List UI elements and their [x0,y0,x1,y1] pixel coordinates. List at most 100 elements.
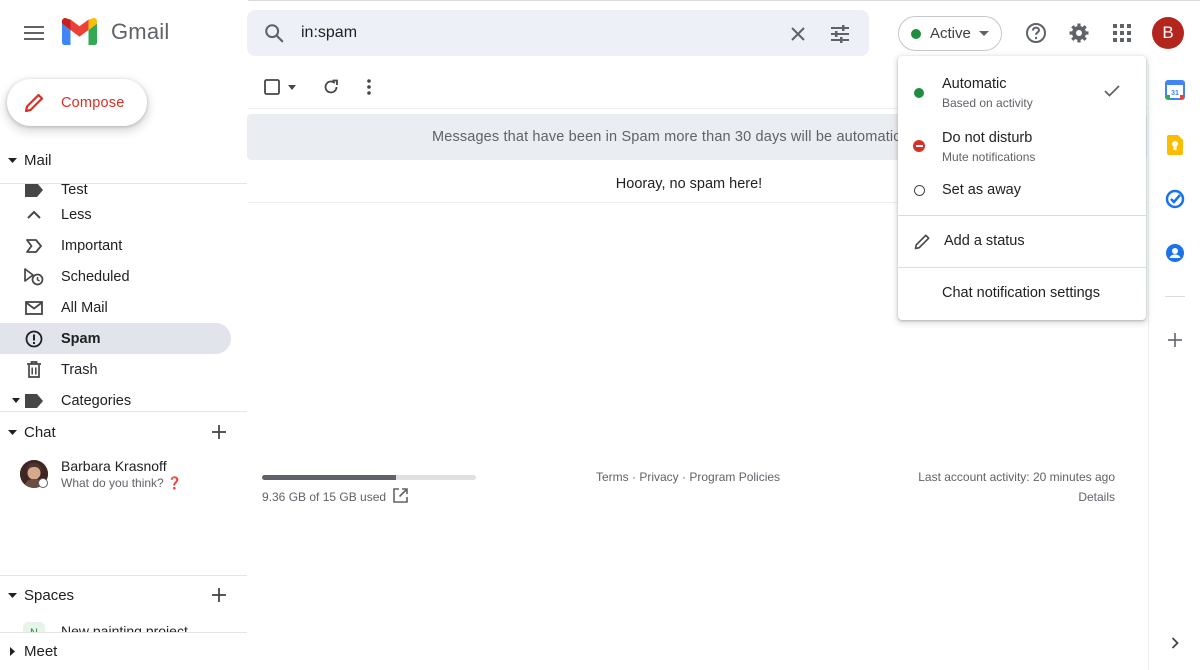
more-options-button[interactable] [358,74,380,100]
status-option-title: Set as away [942,182,1021,198]
caret-down-icon [978,30,989,36]
meet-section-label: Meet [24,642,58,660]
chat-snippet: What do you think? ❓ [61,476,183,490]
pencil-icon [914,234,930,250]
get-addons-button[interactable] [1163,328,1187,352]
gmail-m-icon [62,18,97,45]
calendar-day: 31 [1171,90,1179,97]
search-options-button[interactable] [827,21,853,47]
status-option-title: Do not disturb [942,130,1033,146]
status-option-subtitle: Mute notifications [942,150,1036,164]
status-option-away[interactable]: Set as away [898,178,1146,204]
privacy-link[interactable]: Privacy [639,470,678,484]
sidebar-item-trash[interactable]: Trash [0,354,231,385]
status-option-automatic[interactable]: Automatic Based on activity [898,70,1146,114]
sidebar-item-spam[interactable]: Spam [0,323,231,354]
active-status-dot [914,88,924,98]
gmail-logo[interactable]: Gmail [62,18,169,45]
sidebar: Compose Mail Test Less Important Schedul… [0,64,248,670]
add-status-label: Add a status [944,233,1025,249]
chat-notification-settings-option[interactable]: Chat notification settings [898,278,1146,310]
spaces-section-label: Spaces [24,586,75,604]
status-option-title: Automatic [942,76,1007,92]
sidebar-item-all-mail[interactable]: All Mail [0,292,231,323]
scheduled-icon [24,267,44,285]
sidebar-item-label: Test [61,184,88,198]
pencil-icon [24,93,44,112]
status-button[interactable]: Active [898,16,1002,51]
search-icon[interactable] [263,22,285,44]
sidebar-item-label: Trash [61,361,98,378]
storage-meter-fill [262,475,396,480]
add-status-option[interactable]: Add a status [898,226,1146,258]
open-storage-button[interactable] [393,488,409,504]
sidebar-item-scheduled[interactable]: Scheduled [0,261,231,292]
mail-icon [25,300,43,315]
sidebar-item-label: All Mail [61,299,108,316]
tasks-icon [1165,189,1185,209]
important-icon [26,238,42,253]
plus-icon [212,425,226,439]
checkbox-icon [264,79,280,95]
trash-icon [27,361,41,378]
side-panel: 31 [1148,64,1200,670]
caret-down-icon [12,398,20,403]
open-in-new-icon [393,488,408,503]
new-space-button[interactable] [207,583,231,607]
plus-icon [212,588,226,602]
sidebar-item-label: Categories [61,392,132,409]
contacts-app-button[interactable] [1163,241,1187,265]
calendar-app-button[interactable]: 31 [1163,78,1187,102]
hide-side-panel-button[interactable] [1163,631,1187,655]
status-label: Active [930,25,971,42]
activity-details-link[interactable]: Details [1078,490,1115,504]
menu-divider [898,215,1146,216]
sidebar-item-less[interactable]: Less [0,199,231,230]
caret-down-icon [7,592,17,598]
close-icon [791,27,805,41]
mail-nav-list: Test Less Important Scheduled All Mail S… [0,184,247,410]
space-item[interactable]: N New painting project [0,620,247,632]
chat-conversation-item[interactable]: Barbara Krasnoff What do you think? ❓ [0,456,247,496]
sidebar-item-categories[interactable]: Categories [0,385,231,410]
chevron-right-icon [1171,637,1179,649]
clear-search-button[interactable] [785,21,811,47]
compose-button[interactable]: Compose [7,79,147,126]
sidebar-item-important[interactable]: Important [0,230,231,261]
settings-button[interactable] [1062,16,1096,50]
status-option-do-not-disturb[interactable]: Do not disturb Mute notifications [898,124,1146,168]
caret-down-icon [7,157,17,163]
gear-icon [1069,23,1089,43]
search-input[interactable] [301,22,761,44]
mail-section-label: Mail [24,151,52,169]
status-menu: Automatic Based on activity Do not distu… [898,56,1146,320]
footer-links: Terms · Privacy · Program Policies [596,470,781,484]
label-icon [25,393,43,408]
program-policies-link[interactable]: Program Policies [689,470,780,484]
terms-link[interactable]: Terms [596,470,629,484]
caret-down-icon [288,84,296,90]
select-all-checkbox[interactable] [262,74,298,100]
meet-section-header[interactable]: Meet [0,639,247,663]
new-chat-button[interactable] [207,420,231,444]
account-avatar[interactable]: B [1152,17,1184,49]
calendar-icon: 31 [1165,80,1185,100]
sidebar-item-label: Spam [61,330,101,347]
mail-section-header[interactable]: Mail [0,148,247,172]
apps-grid-icon [1113,24,1131,42]
top-bar: Gmail Active [0,0,1200,64]
main-menu-button[interactable] [14,13,54,53]
tasks-app-button[interactable] [1163,187,1187,211]
more-vert-icon [367,79,371,95]
app-name: Gmail [111,18,170,44]
storage-meter[interactable] [262,475,476,480]
google-apps-button[interactable] [1105,16,1139,50]
contacts-icon [1166,244,1184,262]
divider [0,632,247,633]
refresh-icon [324,79,338,94]
refresh-button[interactable] [318,74,344,100]
support-button[interactable] [1019,16,1053,50]
tune-icon [831,25,849,43]
keep-app-button[interactable] [1163,133,1187,157]
chat-section-label: Chat [24,423,56,441]
